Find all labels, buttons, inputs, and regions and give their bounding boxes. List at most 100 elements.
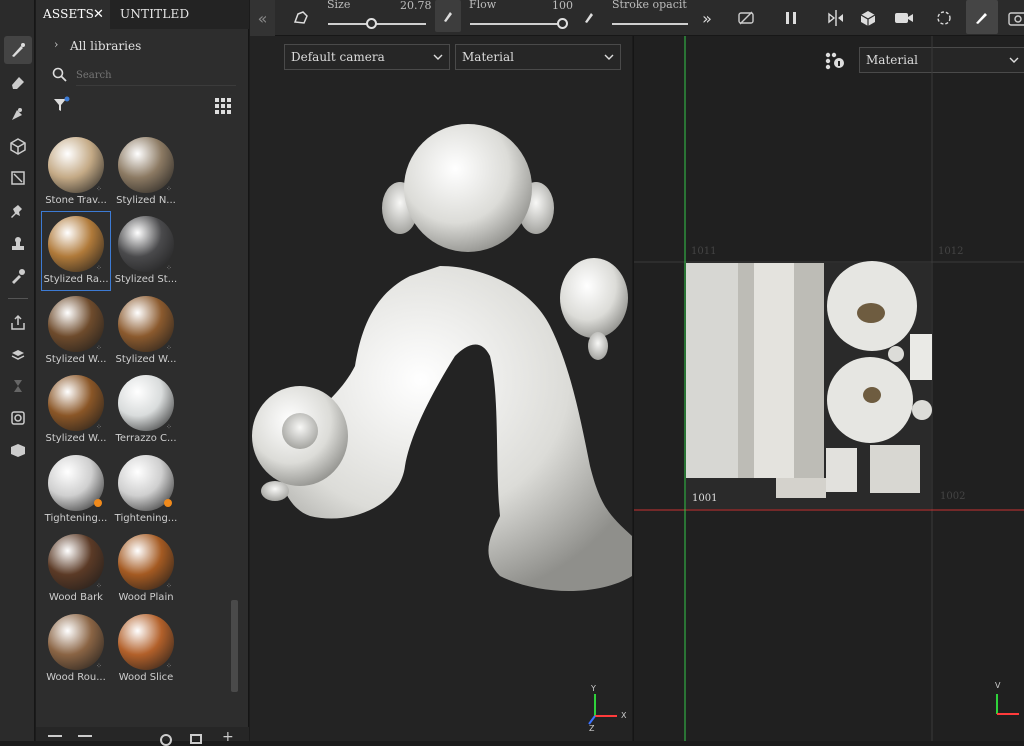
flow-pressure-icon[interactable] [582, 9, 596, 28]
toolbar-divider [8, 298, 28, 299]
size-pressure-button[interactable] [435, 0, 461, 32]
grid-view-icon[interactable] [214, 97, 232, 115]
filter-icon[interactable] [52, 96, 70, 114]
bake-button[interactable] [4, 340, 32, 368]
list-icon[interactable] [48, 735, 62, 737]
assets-tab-bar: ASSETS ✕ UNTITLED [36, 0, 249, 29]
material-card[interactable]: ⁘ Stylized W... [42, 371, 110, 449]
refresh-icon[interactable] [160, 734, 172, 746]
substance-badge-icon: ⁘ [166, 423, 172, 431]
assets-bottom-bar: + [36, 727, 249, 746]
paint-mode-button[interactable] [966, 0, 998, 34]
size-slider-handle[interactable] [366, 18, 378, 29]
collapse-left-icon[interactable]: « [250, 0, 275, 36]
stroke-opacity-slider[interactable] [612, 23, 688, 25]
export-icon [11, 314, 25, 330]
character-model [252, 124, 632, 591]
material-card[interactable]: ⁘ Wood Rou... [42, 610, 110, 688]
alpha-shape-icon[interactable] [287, 4, 315, 32]
material-label: Stylized W... [45, 433, 107, 444]
display-mode-icon[interactable] [854, 4, 882, 32]
material-card[interactable]: ⁘ Wood Bark [42, 530, 110, 608]
material-card[interactable]: ⁘ Wood Plain [112, 530, 180, 608]
iray-render-icon[interactable] [930, 4, 958, 32]
material-card[interactable]: Stone Slate [112, 127, 180, 131]
learning-button[interactable] [4, 436, 32, 464]
brush-icon [12, 43, 25, 57]
material-card[interactable]: ⁘ Terrazzo C... [112, 371, 180, 449]
flow-label: Flow [469, 0, 497, 11]
material-label: Tightening... [44, 512, 108, 524]
udim-1011-label: 1011 [691, 246, 717, 257]
expand-right-icon[interactable]: » [696, 0, 718, 36]
flow-slider[interactable] [470, 23, 563, 25]
selection-icon [11, 171, 25, 185]
stamp-icon [12, 237, 24, 250]
history-button[interactable] [4, 372, 32, 400]
screenshot-icon[interactable] [1004, 4, 1024, 32]
polygon-fill-tool-button[interactable] [4, 132, 32, 160]
clone-tool-button[interactable] [4, 230, 32, 258]
material-label: Wood Bark [49, 592, 103, 603]
material-label: Wood Plain [118, 592, 174, 603]
material-card[interactable]: Stitches Str... [42, 127, 110, 131]
substance-badge-icon: ⁘ [96, 264, 102, 272]
materials-grid: Stitches Str...Stone Slate⁘Stone Trav...… [40, 127, 242, 727]
eraser-tool-button[interactable] [4, 68, 32, 96]
substance-badge-icon: ⁘ [166, 582, 172, 590]
material-card[interactable]: ⁘ Wood Slice [112, 610, 180, 688]
viewport-3d[interactable]: Default camera Material Y X Z [250, 36, 632, 741]
search-input[interactable] [76, 66, 236, 86]
eraser-icon [12, 77, 24, 89]
substance-badge-icon: ⁘ [96, 184, 102, 193]
color-picker-tool-button[interactable] [4, 262, 32, 290]
tab-untitled-label: UNTITLED [120, 7, 190, 21]
symmetry-icon[interactable] [822, 4, 850, 32]
substance-badge-icon: ⁘ [96, 661, 102, 670]
pause-icon[interactable] [777, 4, 805, 32]
material-label: Wood Slice [118, 671, 174, 683]
paint-brush-tool-button[interactable] [4, 36, 32, 64]
material-card[interactable]: ⁘ Stone Trav... [42, 133, 110, 211]
search-icon [52, 67, 68, 83]
size-value[interactable]: 20.78 [400, 0, 432, 12]
material-card[interactable]: ⁘ Stylized St... [112, 212, 180, 290]
material-card[interactable]: ⁘ Stylized W... [42, 292, 110, 370]
breadcrumb-chevron-icon[interactable]: › [54, 38, 58, 51]
camera-icon[interactable] [890, 4, 918, 32]
material-card[interactable]: Tightening... [42, 451, 110, 529]
uv-axis-gizmo [996, 694, 1019, 715]
material-card[interactable]: ⁘ Stylized N... [112, 133, 180, 211]
pin-icon [11, 205, 22, 218]
material-card[interactable]: ⁘ Stylized Ra... [41, 211, 111, 291]
viewport-2d[interactable]: Material 1011 1012 1001 1002 V [633, 36, 1024, 741]
import-icon[interactable] [190, 734, 202, 744]
material-label: Wood Rou... [46, 671, 106, 683]
close-tab-icon[interactable]: ✕ [93, 0, 104, 29]
material-card[interactable]: ⁘ Stylized W... [112, 292, 180, 370]
selection-tool-button[interactable] [4, 164, 32, 192]
context-toolbar: « Size 20.78 Flow 100 Stroke opacit » [250, 0, 1024, 36]
udim-1002-label: 1002 [940, 491, 966, 502]
material-card[interactable]: Tightening... [112, 451, 180, 529]
projection-tool-button[interactable] [4, 100, 32, 128]
add-icon[interactable]: + [222, 729, 234, 745]
cube-icon [10, 138, 26, 155]
flow-slider-handle[interactable] [557, 18, 568, 29]
tab-assets[interactable]: ASSETS ✕ [36, 0, 110, 29]
breadcrumb[interactable]: All libraries [70, 39, 141, 53]
brush-icon [976, 13, 987, 24]
material-label: Stone Trav... [45, 194, 107, 206]
tool-sidebar [0, 0, 35, 741]
eyedropper-icon [12, 269, 25, 284]
export-button[interactable] [4, 308, 32, 336]
smudge-tool-button[interactable] [4, 198, 32, 226]
hide-overlay-icon[interactable] [732, 4, 760, 32]
tab-untitled[interactable]: UNTITLED [113, 0, 189, 29]
substance-badge-icon: ⁘ [166, 264, 172, 272]
display-settings-button[interactable] [4, 404, 32, 432]
material-label: Stylized W... [115, 353, 177, 365]
flow-value[interactable]: 100 [552, 0, 573, 12]
sort-icon[interactable] [78, 735, 92, 737]
assets-scrollbar-thumb[interactable] [231, 600, 238, 692]
